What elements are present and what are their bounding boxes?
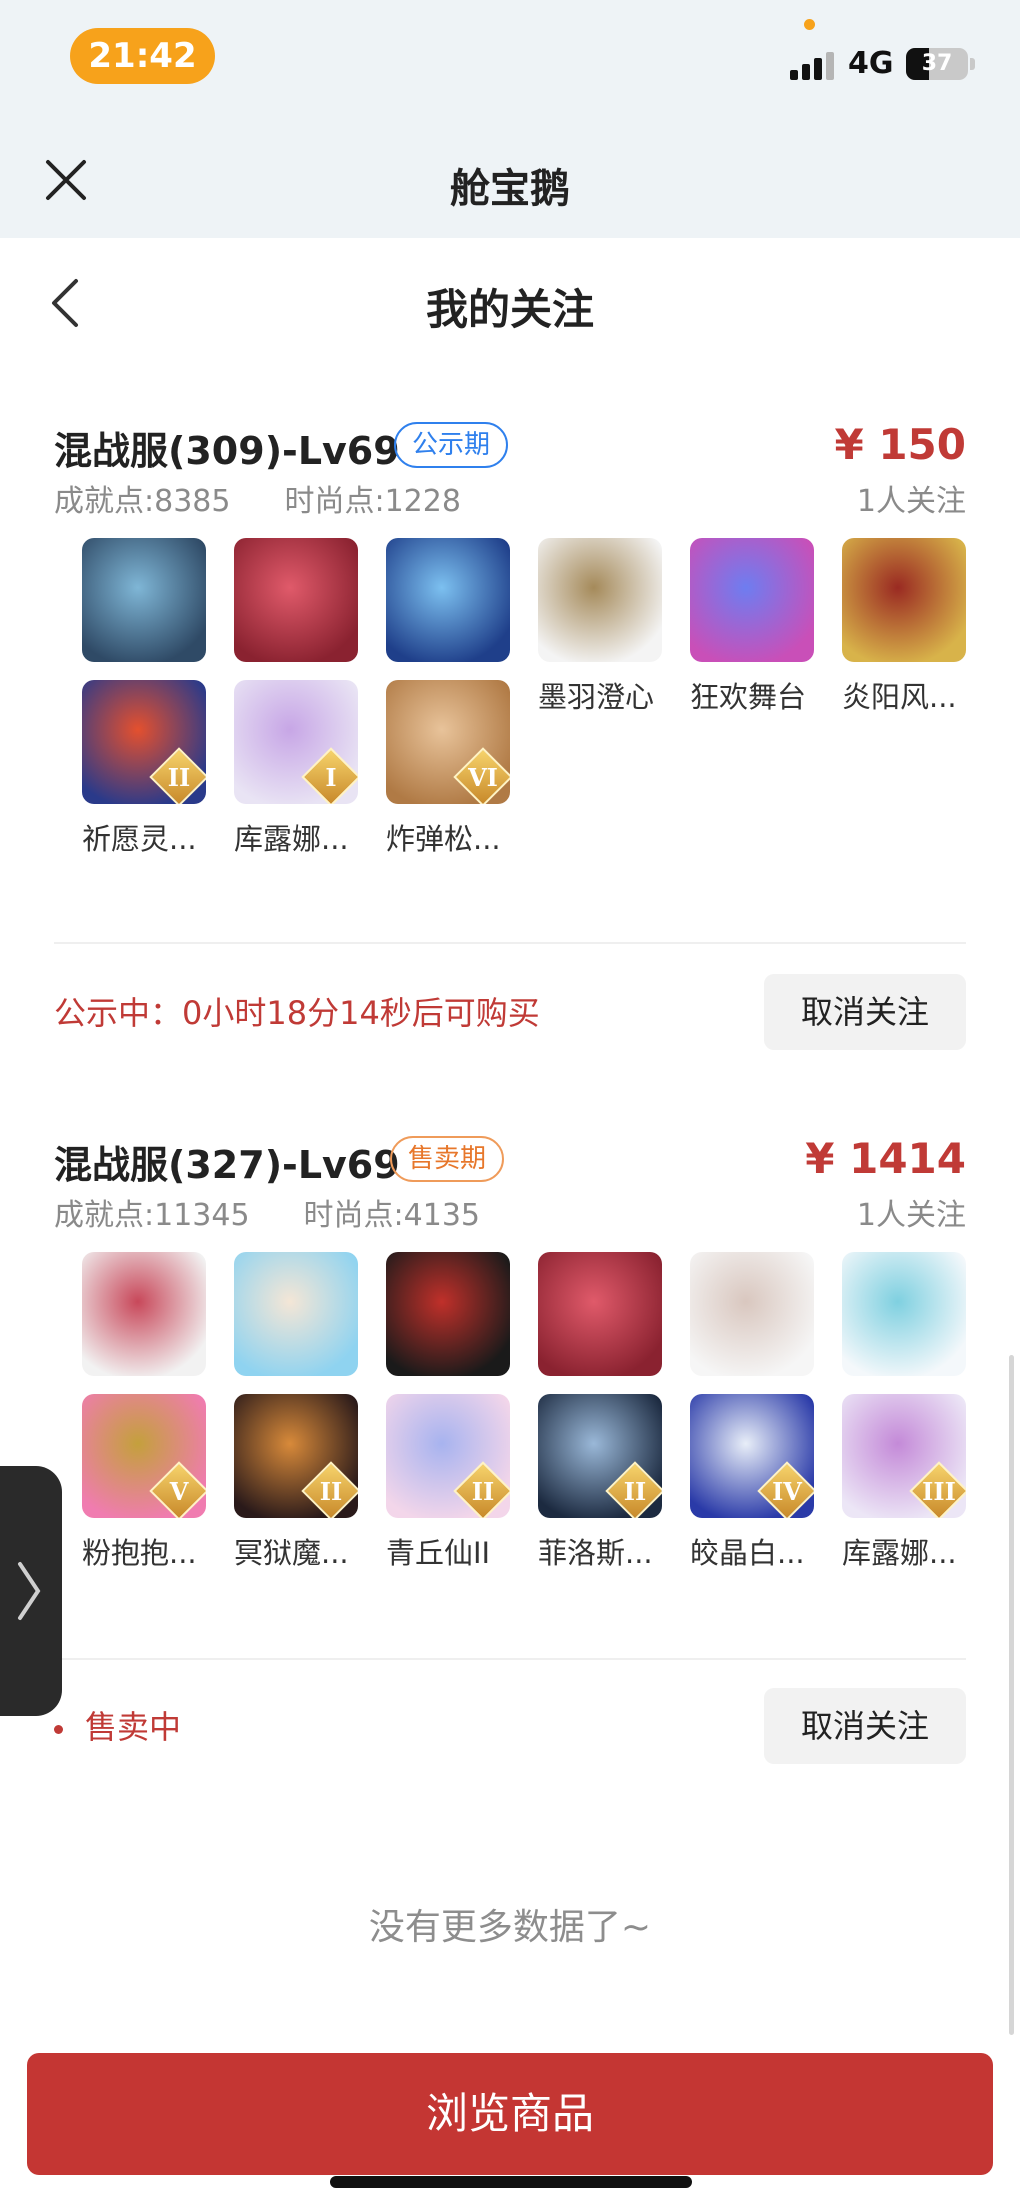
signal-strength-icon	[790, 52, 834, 80]
sale-status-label: 售卖中	[85, 1708, 182, 1746]
account-title: 混战服(327)-Lv69	[54, 1143, 400, 1187]
unfollow-button[interactable]: 取消关注	[764, 1688, 966, 1764]
achievement-label: 成就点:	[54, 484, 155, 519]
item-thumbnail: V	[82, 1394, 206, 1518]
status-tag-sale: 售卖期	[390, 1136, 505, 1182]
follow-count: 1人关注	[856, 484, 966, 519]
item-thumbnail	[82, 1252, 206, 1376]
fashion-points: 1228	[384, 484, 461, 519]
privacy-indicator-dot	[804, 19, 815, 30]
tier-badge-label: VI	[468, 763, 498, 792]
status-dot	[54, 1724, 63, 1734]
network-type: 4G	[848, 46, 894, 81]
item-tile[interactable]: IV 皎晶白...	[662, 1394, 814, 1594]
page-title: 我的关注	[425, 285, 594, 334]
achievement-points: 11345	[154, 1198, 250, 1233]
battery-tip	[970, 58, 975, 70]
app-title-bar: 舱宝鹅	[0, 120, 1020, 238]
home-indicator[interactable]	[330, 2176, 692, 2188]
item-thumbnail	[842, 1252, 966, 1376]
item-thumbnail: I	[234, 680, 358, 804]
item-tile[interactable]: 炎阳风...	[814, 538, 966, 738]
unfollow-button[interactable]: 取消关注	[764, 974, 966, 1050]
tier-badge-label: II	[319, 1477, 343, 1506]
item-tile[interactable]: III 库露娜...	[814, 1394, 966, 1594]
item-thumbnail	[690, 1252, 814, 1376]
fashion-label: 时尚点:	[284, 484, 385, 519]
battery-level: 37	[921, 51, 953, 76]
item-tile[interactable]: I 库露娜...	[206, 680, 358, 880]
item-thumbnail: II	[82, 680, 206, 804]
sale-status: 售卖中	[54, 1702, 181, 1748]
achievement-label: 成就点:	[54, 1198, 155, 1233]
item-tile[interactable]: II 祈愿灵...	[54, 680, 206, 880]
follow-count: 1人关注	[856, 1198, 966, 1233]
tier-badge-label: III	[922, 1477, 956, 1506]
price: ¥ 150	[834, 420, 966, 469]
item-tile[interactable]: 狂欢舞台	[662, 538, 814, 738]
browse-products-button[interactable]: 浏览商品	[27, 2053, 993, 2175]
item-thumbnail	[386, 538, 510, 662]
item-name: 炸弹松...	[386, 822, 501, 856]
item-thumbnail	[82, 538, 206, 662]
tier-badge-label: IV	[772, 1477, 802, 1506]
watch-card[interactable]: 混战服(327)-Lv69 售卖期 ¥ 1414 成就点:11345 时尚点:41…	[0, 1134, 1020, 1774]
fashion-points: 4135	[403, 1198, 481, 1233]
item-thumbnail: IV	[690, 1394, 814, 1518]
account-stats: 成就点:11345 时尚点:4135	[54, 1190, 480, 1234]
status-tag-public: 公示期	[394, 422, 509, 468]
account-title: 混战服(309)-Lv69	[54, 429, 400, 473]
item-tile[interactable]: 墨羽澄心	[510, 538, 662, 738]
end-of-list-note: 没有更多数据了~	[368, 1907, 652, 1948]
countdown-status: 公示中：0小时18分14秒后可购买	[54, 994, 540, 1032]
achievement-points: 8385	[154, 484, 231, 519]
item-thumbnail	[234, 538, 358, 662]
item-tile[interactable]: V 粉抱抱...	[54, 1394, 206, 1594]
watch-card[interactable]: 混战服(309)-Lv69 公示期 ¥ 150 成就点:8385 时尚点:1228…	[0, 420, 1020, 1060]
tier-badge-label: II	[167, 763, 191, 792]
status-time: 21:42	[70, 28, 215, 84]
app-title: 舱宝鹅	[450, 166, 570, 212]
divider	[54, 1658, 966, 1660]
fashion-label: 时尚点:	[303, 1198, 404, 1233]
item-thumbnail	[386, 1252, 510, 1376]
item-thumbnail: VI	[386, 680, 510, 804]
item-thumbnail	[842, 538, 966, 662]
item-thumbnail	[538, 538, 662, 662]
item-tile[interactable]: VI 炸弹松...	[358, 680, 510, 880]
item-thumbnail	[234, 1252, 358, 1376]
tier-badge-label: II	[471, 1477, 495, 1506]
tier-badge-label: I	[325, 763, 337, 792]
battery-icon: 37	[906, 48, 968, 80]
item-thumbnail: II	[538, 1394, 662, 1518]
item-thumbnail	[538, 1252, 662, 1376]
item-name: 库露娜...	[842, 1536, 957, 1570]
item-name: 炎阳风...	[842, 680, 957, 714]
item-tile[interactable]: II 菲洛斯...	[510, 1394, 662, 1594]
item-tile[interactable]: II 冥狱魔...	[206, 1394, 358, 1594]
page-header: 我的关注	[0, 238, 1020, 368]
item-tile[interactable]: II 青丘仙II	[358, 1394, 510, 1594]
tier-badge-label: V	[169, 1477, 189, 1506]
divider	[54, 942, 966, 944]
item-thumbnail: II	[234, 1394, 358, 1518]
item-thumbnail: III	[842, 1394, 966, 1518]
status-bar: 21:42 4G 37	[0, 0, 1020, 120]
scrollbar[interactable]	[1009, 1355, 1014, 2035]
tier-badge-label: II	[623, 1477, 647, 1506]
price: ¥ 1414	[805, 1134, 966, 1183]
chevron-right-icon	[18, 1562, 41, 1620]
account-stats: 成就点:8385 时尚点:1228	[54, 476, 461, 520]
side-drawer-handle[interactable]	[0, 1466, 62, 1716]
item-thumbnail	[690, 538, 814, 662]
item-thumbnail: II	[386, 1394, 510, 1518]
